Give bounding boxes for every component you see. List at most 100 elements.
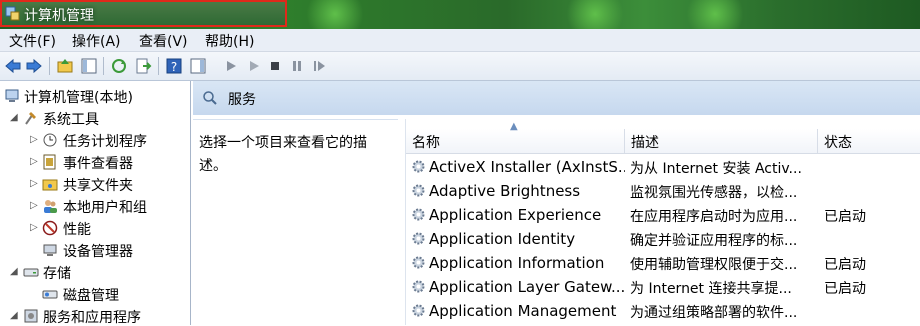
tree-label: 服务和应用程序 xyxy=(43,310,141,325)
table-row[interactable]: Application Layer Gatew... 为 Internet 连接… xyxy=(406,275,920,299)
stop-service-icon[interactable] xyxy=(266,57,284,75)
service-name: ActiveX Installer (AxInstS... xyxy=(429,158,625,176)
service-name: Application Information xyxy=(429,254,605,272)
table-row[interactable]: Application Management 为通过组策略部署的软件... xyxy=(406,299,920,323)
service-name: Adaptive Brightness xyxy=(429,182,581,200)
clock-icon xyxy=(43,133,57,147)
service-name: Application Experience xyxy=(429,206,602,224)
menu-file[interactable]: 文件(F) xyxy=(9,31,56,51)
tree-label: 本地用户和组 xyxy=(63,200,147,216)
service-status: 已启动 xyxy=(824,281,866,297)
service-gear-icon xyxy=(412,232,425,245)
show-hide-tree-icon[interactable] xyxy=(80,57,98,75)
service-description: 监视氛围光传感器，以检... xyxy=(630,185,798,201)
computer-management-icon xyxy=(5,6,20,21)
service-gear-icon xyxy=(412,160,425,173)
tree-label: 系统工具 xyxy=(43,112,99,128)
search-icon xyxy=(203,91,217,105)
tools-icon xyxy=(25,112,36,125)
tree-label: 磁盘管理 xyxy=(63,288,119,304)
service-description: 为 Internet 连接共享提... xyxy=(630,281,792,297)
pane-title: 服务 xyxy=(228,92,256,108)
expand-arrow-icon[interactable]: ▷ xyxy=(30,222,38,233)
services-pane: 服务 选择一个项目来查看它的描述。 ▲ 名称 描述 状态 ActiveX Ins… xyxy=(193,81,920,326)
description-panel: 选择一个项目来查看它的描述。 xyxy=(193,119,398,326)
window-title: 计算机管理 xyxy=(24,8,94,24)
table-row[interactable]: Adaptive Brightness 监视氛围光传感器，以检... xyxy=(406,179,920,203)
users-icon xyxy=(44,200,57,213)
service-name: Application Layer Gatew... xyxy=(429,278,625,296)
table-row[interactable]: Application Identity 确定并验证应用程序的标... xyxy=(406,227,920,251)
table-row[interactable]: ActiveX Installer (AxInstS... 为从 Interne… xyxy=(406,155,920,179)
console-tree: 计算机管理(本地) ◢ 系统工具 ▷ 任务计划程序 ▷ 事件查看器 ▷ 共享文件… xyxy=(0,81,191,325)
service-description: 使用辅助管理权限便于交... xyxy=(630,257,798,273)
service-name: Application Management xyxy=(429,302,617,320)
column-header-description[interactable]: 描述 xyxy=(631,132,659,152)
toolbar-separator xyxy=(49,57,50,75)
sort-ascending-icon: ▲ xyxy=(510,121,518,132)
show-action-pane-icon[interactable] xyxy=(189,57,207,75)
column-header-name[interactable]: 名称 xyxy=(412,132,440,152)
up-folder-icon[interactable] xyxy=(56,57,74,75)
tree-label: 设备管理器 xyxy=(63,244,133,260)
collapse-arrow-icon[interactable]: ◢ xyxy=(10,112,18,123)
menu-bar: 文件(F) 操作(A) 查看(V) 帮助(H) xyxy=(0,29,920,52)
list-header: ▲ 名称 描述 状态 xyxy=(406,121,920,154)
service-gear-icon xyxy=(412,304,425,317)
service-description: 在应用程序启动时为应用... xyxy=(630,209,798,225)
storage-icon xyxy=(23,268,39,277)
collapse-arrow-icon[interactable]: ◢ xyxy=(10,310,18,321)
device-manager-icon xyxy=(43,244,57,256)
start-service-icon[interactable] xyxy=(222,57,240,75)
service-name: Application Identity xyxy=(429,230,576,248)
tree-label: 计算机管理(本地) xyxy=(24,90,133,106)
forward-icon[interactable] xyxy=(25,57,43,75)
service-gear-icon xyxy=(412,184,425,197)
service-gear-icon xyxy=(412,280,425,293)
collapse-arrow-icon[interactable]: ◢ xyxy=(10,266,18,277)
service-status: 已启动 xyxy=(824,209,866,225)
expand-arrow-icon[interactable]: ▷ xyxy=(30,156,38,167)
column-divider[interactable] xyxy=(817,129,818,153)
tree-label: 共享文件夹 xyxy=(63,178,133,194)
back-icon[interactable] xyxy=(4,57,22,75)
services-apps-icon xyxy=(24,309,38,323)
refresh-icon[interactable] xyxy=(110,57,128,75)
event-viewer-icon xyxy=(43,154,56,170)
table-row[interactable]: Application Experience 在应用程序启动时为应用... 已启… xyxy=(406,203,920,227)
pause-service-icon[interactable] xyxy=(288,57,306,75)
restart-play-icon[interactable] xyxy=(245,57,263,75)
service-description: 确定并验证应用程序的标... xyxy=(630,233,798,249)
menu-action[interactable]: 操作(A) xyxy=(72,31,121,51)
toolbar-separator xyxy=(158,57,159,75)
resume-service-icon[interactable] xyxy=(310,57,328,75)
expand-arrow-icon[interactable]: ▷ xyxy=(30,178,38,189)
column-divider[interactable] xyxy=(624,129,625,153)
svg-text:?: ? xyxy=(171,60,177,74)
tree-label: 性能 xyxy=(63,222,91,238)
performance-icon xyxy=(42,220,58,236)
help-icon[interactable]: ? xyxy=(165,57,183,75)
expand-arrow-icon[interactable]: ▷ xyxy=(30,134,38,145)
services-list: ▲ 名称 描述 状态 ActiveX Installer (AxInstS...… xyxy=(405,119,920,325)
tree-label: 任务计划程序 xyxy=(63,134,147,150)
menu-view[interactable]: 查看(V) xyxy=(139,31,188,51)
disk-icon xyxy=(42,290,58,299)
shared-folder-icon xyxy=(42,179,58,191)
toolbar-separator xyxy=(103,57,104,75)
service-status: 已启动 xyxy=(824,257,866,273)
description-text: 选择一个项目来查看它的描述。 xyxy=(199,135,367,174)
menu-help[interactable]: 帮助(H) xyxy=(205,31,254,51)
tree-label: 存储 xyxy=(43,266,71,282)
toolbar: ? xyxy=(0,52,920,81)
export-list-icon[interactable] xyxy=(134,57,152,75)
service-description: 为通过组策略部署的软件... xyxy=(630,305,798,321)
expand-arrow-icon[interactable]: ▷ xyxy=(30,200,38,211)
service-gear-icon xyxy=(412,256,425,269)
tree-label: 事件查看器 xyxy=(63,156,133,172)
table-row[interactable]: Application Information 使用辅助管理权限便于交... 已… xyxy=(406,251,920,275)
title-bar: 计算机管理 xyxy=(0,0,920,34)
service-description: 为从 Internet 安装 Activ... xyxy=(630,161,802,177)
computer-icon xyxy=(5,89,19,102)
column-header-status[interactable]: 状态 xyxy=(824,132,852,152)
